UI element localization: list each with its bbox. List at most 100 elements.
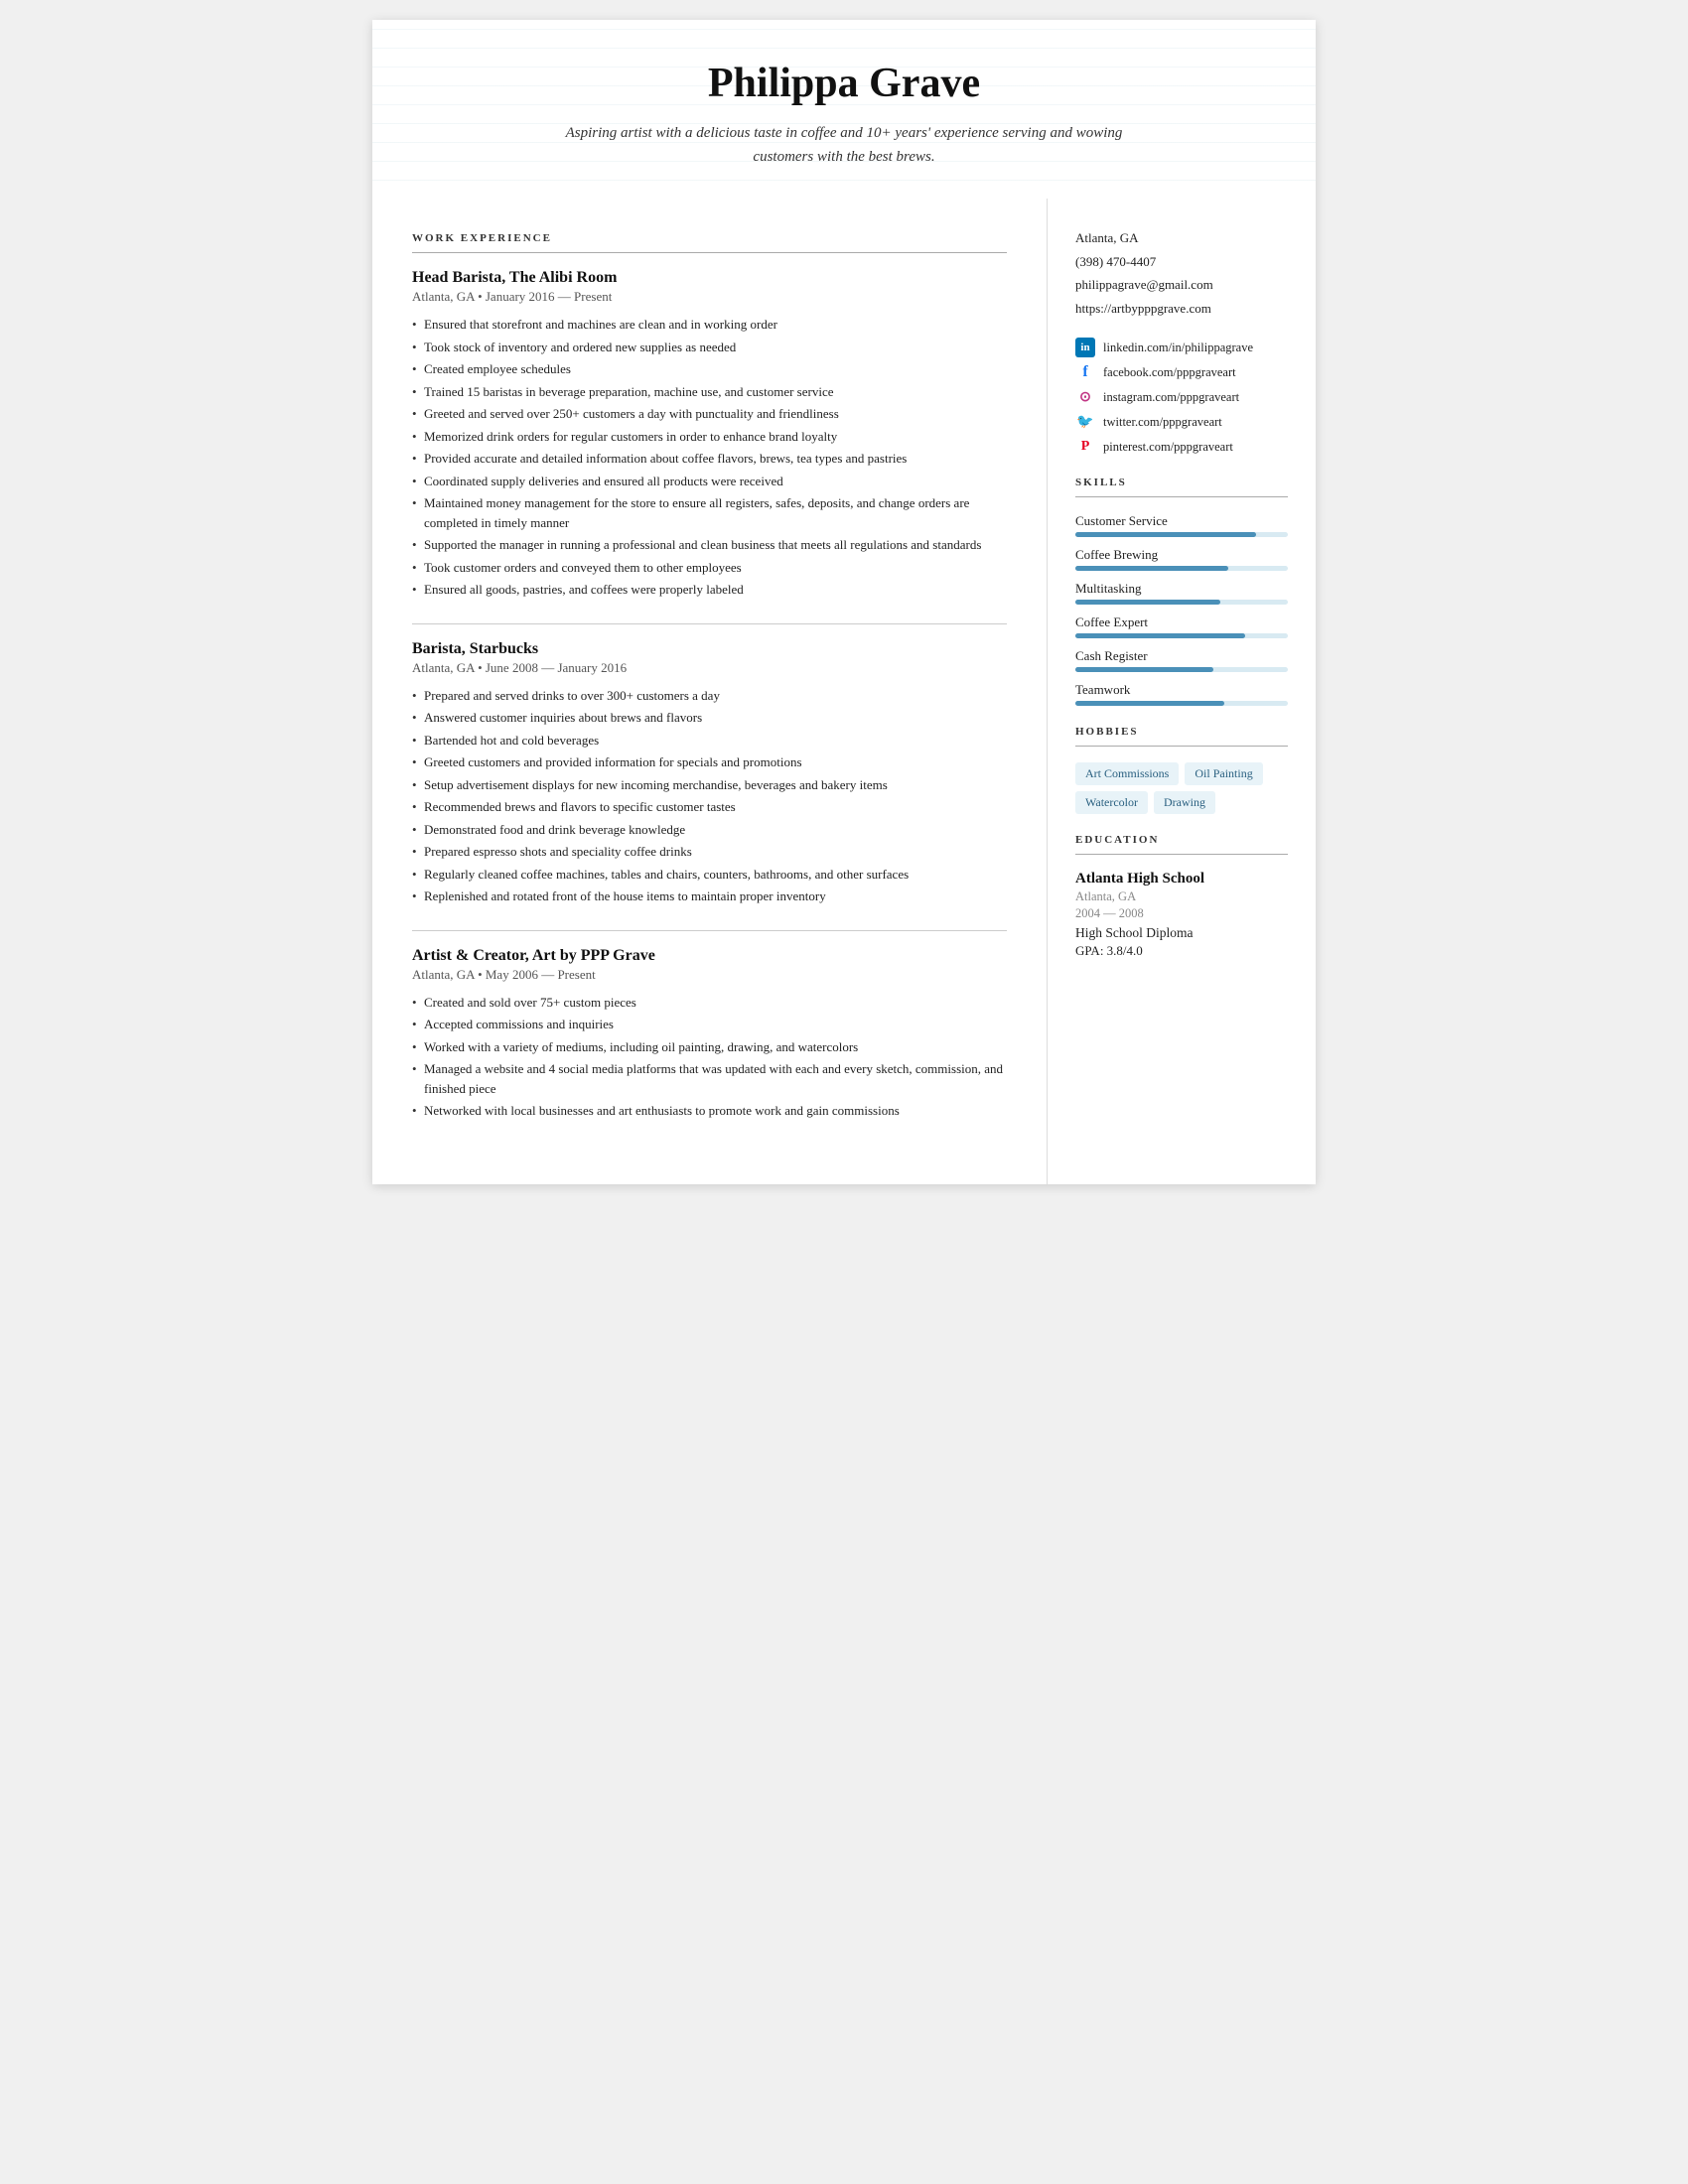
skills-section: SKILLS Customer ServiceCoffee BrewingMul…	[1075, 477, 1288, 706]
skill-bar-fill	[1075, 701, 1224, 706]
pinterest-handle: pinterest.com/pppgraveart	[1103, 440, 1233, 455]
job-bullets: Ensured that storefront and machines are…	[412, 315, 1007, 600]
list-item: Took stock of inventory and ordered new …	[412, 338, 1007, 357]
we-divider	[412, 252, 1007, 253]
skill-item: Multitasking	[1075, 581, 1288, 605]
list-item: Accepted commissions and inquiries	[412, 1015, 1007, 1034]
twitter-handle: twitter.com/pppgraveart	[1103, 415, 1222, 430]
edu-gpa: GPA: 3.8/4.0	[1075, 943, 1288, 959]
job-title: Head Barista, The Alibi Room	[412, 269, 1007, 287]
list-item: Answered customer inquiries about brews …	[412, 708, 1007, 728]
list-item: Created and sold over 75+ custom pieces	[412, 993, 1007, 1013]
linkedin-item: in linkedin.com/in/philippagrave	[1075, 338, 1288, 357]
list-item: Setup advertisement displays for new inc…	[412, 775, 1007, 795]
job-meta: Atlanta, GA • May 2006 — Present	[412, 967, 1007, 983]
job-bullets: Prepared and served drinks to over 300+ …	[412, 686, 1007, 906]
list-item: Ensured all goods, pastries, and coffees…	[412, 580, 1007, 600]
sidebar-column: Atlanta, GA (398) 470-4407 philippagrave…	[1048, 199, 1316, 1184]
edu-school: Atlanta High School	[1075, 871, 1288, 887]
list-item: Maintained money management for the stor…	[412, 493, 1007, 532]
skill-item: Coffee Expert	[1075, 614, 1288, 638]
hobby-tag: Watercolor	[1075, 791, 1148, 814]
header-section: Philippa Grave Aspiring artist with a de…	[372, 20, 1316, 199]
skill-item: Teamwork	[1075, 682, 1288, 706]
contact-city: Atlanta, GA	[1075, 228, 1288, 248]
list-item: Worked with a variety of mediums, includ…	[412, 1037, 1007, 1057]
instagram-item: ⊙ instagram.com/pppgraveart	[1075, 387, 1288, 407]
skill-name: Cash Register	[1075, 648, 1288, 664]
skill-bar-bg	[1075, 532, 1288, 537]
job-block: Artist & Creator, Art by PPP GraveAtlant…	[412, 947, 1007, 1121]
skill-bar-fill	[1075, 566, 1228, 571]
linkedin-icon: in	[1075, 338, 1095, 357]
list-item: Greeted customers and provided informati…	[412, 752, 1007, 772]
list-item: Trained 15 baristas in beverage preparat…	[412, 382, 1007, 402]
skill-bar-bg	[1075, 600, 1288, 605]
facebook-item: f facebook.com/pppgraveart	[1075, 362, 1288, 382]
education-container: Atlanta High SchoolAtlanta, GA2004 — 200…	[1075, 871, 1288, 959]
skill-item: Cash Register	[1075, 648, 1288, 672]
contact-email: philippagrave@gmail.com	[1075, 275, 1288, 295]
hobby-tag: Drawing	[1154, 791, 1215, 814]
skill-bar-fill	[1075, 600, 1220, 605]
pinterest-item: P pinterest.com/pppgraveart	[1075, 437, 1288, 457]
skills-divider	[1075, 496, 1288, 497]
skill-bar-fill	[1075, 532, 1256, 537]
jobs-container: Head Barista, The Alibi Room Atlanta, GA …	[412, 269, 1007, 1121]
hobbies-divider	[1075, 746, 1288, 747]
list-item: Demonstrated food and drink beverage kno…	[412, 820, 1007, 840]
list-item: Created employee schedules	[412, 359, 1007, 379]
twitter-item: 🐦 twitter.com/pppgraveart	[1075, 412, 1288, 432]
hobby-tag: Oil Painting	[1185, 762, 1262, 785]
list-item: Memorized drink orders for regular custo…	[412, 427, 1007, 447]
list-item: Replenished and rotated front of the hou…	[412, 887, 1007, 906]
job-divider	[412, 930, 1007, 931]
hobbies-section: HOBBIES Art CommissionsOil PaintingWater…	[1075, 726, 1288, 814]
skills-label: SKILLS	[1075, 477, 1288, 488]
list-item: Supported the manager in running a profe…	[412, 535, 1007, 555]
hobbies-container: Art CommissionsOil PaintingWatercolorDra…	[1075, 762, 1288, 814]
list-item: Recommended brews and flavors to specifi…	[412, 797, 1007, 817]
work-experience-label: WORK EXPERIENCE	[412, 232, 1007, 244]
job-meta: Atlanta, GA • June 2008 — January 2016	[412, 660, 1007, 676]
education-label: EDUCATION	[1075, 834, 1288, 846]
contact-phone: (398) 470-4407	[1075, 252, 1288, 272]
candidate-name: Philippa Grave	[432, 60, 1256, 107]
linkedin-handle: linkedin.com/in/philippagrave	[1103, 341, 1253, 355]
list-item: Networked with local businesses and art …	[412, 1101, 1007, 1121]
candidate-subtitle: Aspiring artist with a delicious taste i…	[556, 121, 1132, 169]
skills-container: Customer ServiceCoffee BrewingMultitaski…	[1075, 513, 1288, 706]
list-item: Bartended hot and cold beverages	[412, 731, 1007, 751]
facebook-icon: f	[1075, 362, 1095, 382]
job-block: Barista, StarbucksAtlanta, GA • June 200…	[412, 640, 1007, 931]
body-section: WORK EXPERIENCE Head Barista, The Alibi …	[372, 199, 1316, 1184]
list-item: Prepared espresso shots and speciality c…	[412, 842, 1007, 862]
skill-item: Customer Service	[1075, 513, 1288, 537]
education-section: EDUCATION Atlanta High School Atlanta, GA…	[1075, 834, 1288, 959]
job-divider	[412, 623, 1007, 624]
list-item: Ensured that storefront and machines are…	[412, 315, 1007, 335]
hobbies-label: HOBBIES	[1075, 726, 1288, 738]
skill-bar-fill	[1075, 667, 1213, 672]
list-item: Regularly cleaned coffee machines, table…	[412, 865, 1007, 885]
list-item: Provided accurate and detailed informati…	[412, 449, 1007, 469]
list-item: Prepared and served drinks to over 300+ …	[412, 686, 1007, 706]
social-section: in linkedin.com/in/philippagrave f faceb…	[1075, 338, 1288, 457]
twitter-icon: 🐦	[1075, 412, 1095, 432]
resume-page: Philippa Grave Aspiring artist with a de…	[372, 20, 1316, 1184]
edu-location: Atlanta, GA	[1075, 889, 1288, 904]
job-block: Head Barista, The Alibi RoomAtlanta, GA …	[412, 269, 1007, 624]
skill-bar-bg	[1075, 667, 1288, 672]
contact-website: https://artbypppgrave.com	[1075, 299, 1288, 319]
list-item: Took customer orders and conveyed them t…	[412, 558, 1007, 578]
skill-bar-fill	[1075, 633, 1245, 638]
education-divider	[1075, 854, 1288, 855]
contact-info: Atlanta, GA (398) 470-4407 philippagrave…	[1075, 228, 1288, 318]
facebook-handle: facebook.com/pppgraveart	[1103, 365, 1236, 380]
list-item: Managed a website and 4 social media pla…	[412, 1059, 1007, 1098]
skill-name: Coffee Expert	[1075, 614, 1288, 630]
skill-name: Teamwork	[1075, 682, 1288, 698]
skill-name: Multitasking	[1075, 581, 1288, 597]
skill-bar-bg	[1075, 566, 1288, 571]
instagram-handle: instagram.com/pppgraveart	[1103, 390, 1239, 405]
